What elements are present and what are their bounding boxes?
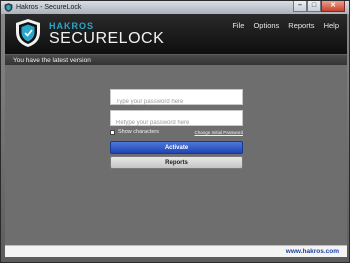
main-panel: Show characters Change Initial Password … [5,65,347,245]
status-bar: You have the latest version [5,54,347,65]
window-controls: – □ ✕ [293,1,345,13]
show-characters-row: Show characters Change Initial Password [110,129,243,137]
minimize-icon: – [298,2,302,9]
change-initial-password-link[interactable]: Change Initial Password [194,129,243,136]
activate-button[interactable]: Activate [110,141,243,154]
show-characters-checkbox[interactable] [110,130,115,135]
app-window: Hakros - SecureLock – □ ✕ HAKROS SECUREL… [0,0,350,263]
menu-reports[interactable]: Reports [288,21,314,30]
password-field [110,89,243,109]
show-characters-label[interactable]: Show characters [118,129,159,136]
menu-help[interactable]: Help [324,21,339,30]
status-message: You have the latest version [13,57,91,64]
close-button[interactable]: ✕ [321,1,345,12]
retype-password-field [110,110,243,130]
app-header: HAKROS SECURELOCK File Options Reports H… [5,14,347,54]
shield-logo-icon [16,19,40,47]
menu-bar: File Options Reports Help [232,21,339,30]
close-icon: ✕ [330,2,336,9]
footer-bar: www.hakros.com [5,245,347,257]
menu-options[interactable]: Options [253,21,279,30]
retype-password-input[interactable] [111,116,242,130]
minimize-button[interactable]: – [293,1,307,12]
password-input[interactable] [111,95,242,109]
maximize-button[interactable]: □ [307,1,321,12]
title-bar[interactable]: Hakros - SecureLock – □ ✕ [1,1,349,14]
app-shield-icon [4,3,13,12]
brand-product: SECURELOCK [49,30,165,47]
window-title: Hakros - SecureLock [16,4,82,11]
reports-button[interactable]: Reports [110,156,243,169]
menu-file[interactable]: File [232,21,244,30]
website-link[interactable]: www.hakros.com [286,248,339,256]
maximize-icon: □ [311,2,317,9]
